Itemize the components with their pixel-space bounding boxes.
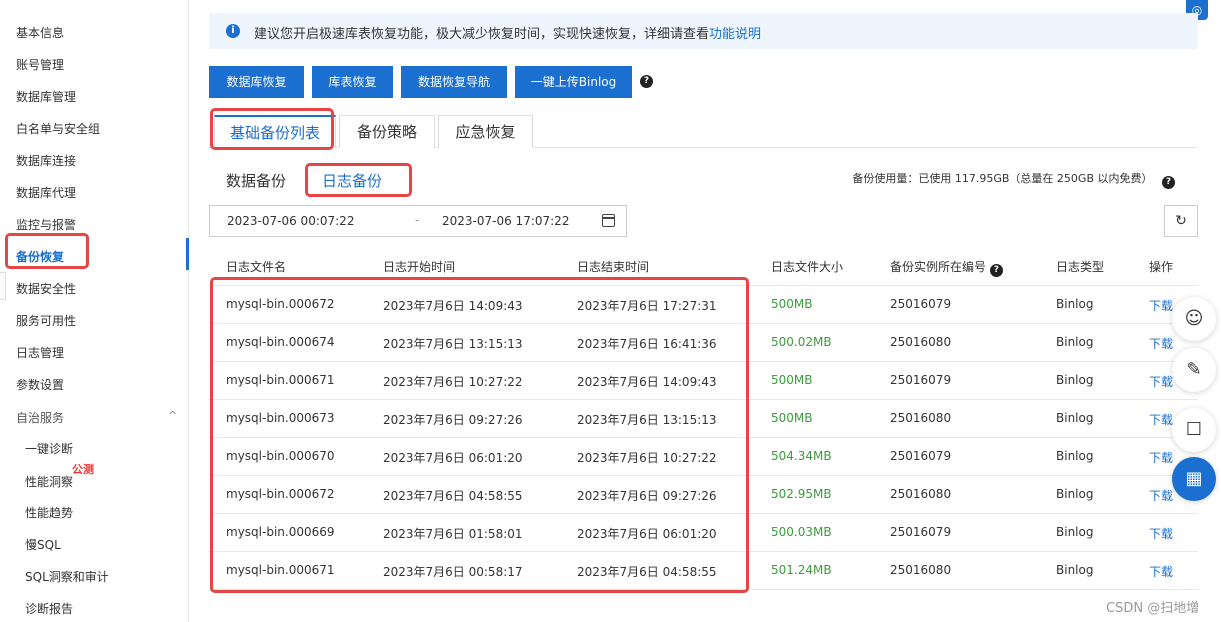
cell-log-type: Binlog — [1056, 449, 1094, 463]
assistant-avatar-button[interactable]: ☺ — [1172, 297, 1216, 341]
cell-log-type: Binlog — [1056, 411, 1094, 425]
refresh-button[interactable]: ↻ — [1164, 205, 1198, 237]
sidebar-item-accounts[interactable]: 账号管理 — [16, 56, 64, 73]
sidebar: 基本信息 账号管理 数据库管理 白名单与安全组 数据库连接 数据库代理 监控与报… — [0, 0, 189, 622]
sidebar-item-logs[interactable]: 日志管理 — [16, 344, 64, 361]
cell-size: 501.24MB — [771, 563, 832, 577]
cell-size: 500MB — [771, 297, 813, 311]
help-icon[interactable]: ? — [640, 75, 653, 88]
download-link[interactable]: 下载 — [1149, 297, 1173, 314]
sidebar-subitem-slow-sql[interactable]: 慢SQL — [25, 536, 61, 553]
col-header-end-time: 日志结束时间 — [577, 260, 650, 274]
backup-usage: 备份使用量：已使用 117.95GB（总量在 250GB 以内免费） ? — [852, 170, 1175, 189]
apps-icon: ▦ — [1185, 468, 1203, 489]
download-link[interactable]: 下载 — [1149, 487, 1173, 504]
col-header-size: 日志文件大小 — [771, 260, 844, 274]
cell-instance-id: 25016079 — [890, 297, 952, 311]
cell-log-type: Binlog — [1056, 297, 1094, 311]
cell-size: 500MB — [771, 411, 813, 425]
date-start[interactable]: 2023-07-06 00:07:22 — [227, 214, 354, 228]
usage-help-icon[interactable]: ? — [1162, 176, 1175, 189]
cell-size: 500.03MB — [771, 525, 832, 539]
sidebar-item-data-security[interactable]: 数据安全性 — [16, 280, 76, 297]
sidebar-subitem-performance-trend[interactable]: 性能趋势 — [25, 504, 73, 521]
beta-badge: 公测 — [72, 463, 94, 476]
cell-instance-id: 25016080 — [890, 487, 952, 501]
download-link[interactable]: 下载 — [1149, 563, 1173, 580]
col-header-instance-id: 备份实例所在编号 ? — [890, 258, 1003, 277]
sidebar-item-availability[interactable]: 服务可用性 — [16, 312, 76, 329]
sidebar-item-basic-info[interactable]: 基本信息 — [16, 24, 64, 41]
download-link[interactable]: 下载 — [1149, 411, 1173, 428]
cell-instance-id: 25016079 — [890, 525, 952, 539]
cell-instance-id: 25016080 — [890, 411, 952, 425]
cell-size: 500MB — [771, 373, 813, 387]
db-restore-button[interactable]: 数据库恢复 — [209, 66, 304, 98]
instance-help-icon[interactable]: ? — [989, 264, 1003, 277]
sidebar-item-connection[interactable]: 数据库连接 — [16, 152, 76, 169]
annotation-box-sidebar — [5, 233, 89, 269]
assistant-icon: ☺ — [1184, 308, 1204, 329]
date-range-picker[interactable]: 2023-07-06 00:07:22 - 2023-07-06 17:07:2… — [209, 205, 627, 237]
cell-log-type: Binlog — [1056, 335, 1094, 349]
sidebar-group-label: 自治服务 — [16, 411, 65, 425]
annotation-box-table — [210, 277, 749, 593]
sidebar-subitem-diagnosis[interactable]: 一键诊断 — [25, 440, 73, 457]
cell-instance-id: 25016080 — [890, 563, 952, 577]
notice-text: 建议您开启极速库表恢复功能，极大减少恢复时间，实现快速恢复，详细请查看功能说明 — [254, 27, 762, 42]
annotation-box-subtab — [305, 163, 412, 197]
calendar-icon[interactable] — [602, 214, 615, 227]
sidebar-item-params[interactable]: 参数设置 — [16, 376, 64, 393]
sidebar-collapse-handle[interactable] — [0, 272, 6, 300]
download-link[interactable]: 下载 — [1149, 373, 1173, 390]
info-icon: i — [226, 24, 240, 38]
cell-log-type: Binlog — [1056, 487, 1094, 501]
tab-backup-policy[interactable]: 备份策略 — [339, 115, 435, 148]
sidebar-subitem-diagnosis-report[interactable]: 诊断报告 — [25, 600, 73, 617]
download-link[interactable]: 下载 — [1149, 525, 1173, 542]
cell-log-type: Binlog — [1056, 373, 1094, 387]
cell-size: 504.34MB — [771, 449, 832, 463]
watermark: CSDN @扫地增 — [1106, 601, 1200, 616]
apps-button[interactable]: ▦ — [1172, 457, 1216, 501]
cell-instance-id: 25016080 — [890, 335, 952, 349]
sidebar-subitem-sql-audit[interactable]: SQL洞察和审计 — [25, 568, 109, 585]
cell-log-type: Binlog — [1056, 525, 1094, 539]
table-restore-button[interactable]: 库表恢复 — [312, 66, 393, 98]
subtab-data-backup[interactable]: 数据备份 — [226, 170, 286, 191]
sidebar-group-autonomy[interactable]: 自治服务 ^ — [16, 409, 177, 426]
col-header-start-time: 日志开始时间 — [383, 260, 456, 274]
sidebar-item-whitelist[interactable]: 白名单与安全组 — [16, 120, 100, 137]
tab-emergency-restore[interactable]: 应急恢复 — [438, 115, 533, 148]
sidebar-subitem-performance-insight[interactable]: 性能洞察 — [25, 473, 73, 490]
col-header-filename: 日志文件名 — [226, 260, 287, 274]
cell-size: 502.95MB — [771, 487, 832, 501]
notice-link[interactable]: 功能说明 — [709, 27, 761, 42]
chevron-up-icon: ^ — [168, 409, 178, 422]
cell-instance-id: 25016079 — [890, 449, 952, 463]
sidebar-item-monitoring[interactable]: 监控与报警 — [16, 216, 76, 233]
download-link[interactable]: 下载 — [1149, 449, 1173, 466]
upload-binlog-button[interactable]: 一键上传Binlog — [515, 66, 632, 98]
download-link[interactable]: 下载 — [1149, 335, 1173, 352]
restore-nav-button[interactable]: 数据恢复导航 — [401, 66, 507, 98]
notice-banner: i 建议您开启极速库表恢复功能，极大减少恢复时间，实现快速恢复，详细请查看功能说… — [209, 13, 1198, 49]
chat-icon: ☐ — [1185, 419, 1203, 440]
sidebar-item-proxy[interactable]: 数据库代理 — [16, 184, 76, 201]
date-separator: - — [415, 213, 420, 227]
edit-icon: ✎ — [1186, 359, 1202, 380]
col-header-log-type: 日志类型 — [1056, 260, 1105, 274]
annotation-box-tab — [210, 108, 334, 150]
sidebar-item-databases[interactable]: 数据库管理 — [16, 88, 76, 105]
cell-instance-id: 25016079 — [890, 373, 952, 387]
edit-button[interactable]: ✎ — [1172, 348, 1216, 392]
chat-button[interactable]: ☐ — [1172, 408, 1216, 452]
date-end[interactable]: 2023-07-06 17:07:22 — [442, 214, 569, 228]
sidebar-active-indicator — [186, 238, 189, 270]
cell-log-type: Binlog — [1056, 563, 1094, 577]
cell-size: 500.02MB — [771, 335, 832, 349]
col-header-action: 操作 — [1149, 260, 1174, 274]
refresh-icon: ↻ — [1175, 213, 1187, 229]
